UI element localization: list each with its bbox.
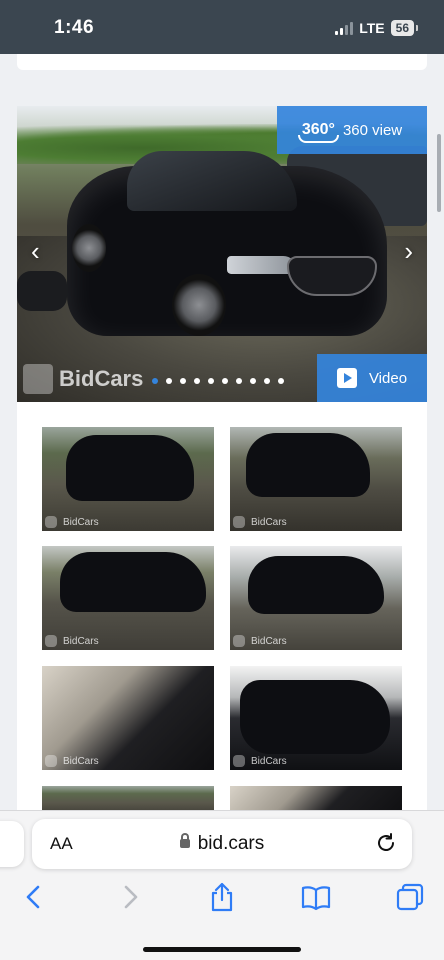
previous-photo-icon[interactable]: ‹	[31, 236, 40, 267]
video-play-icon	[336, 368, 357, 388]
watermark-text: BidCars	[63, 755, 99, 767]
slide-dot[interactable]	[166, 378, 172, 384]
bidcars-watermark: BidCars	[45, 755, 99, 767]
bidcars-watermark: BidCars	[45, 635, 99, 647]
status-indicators: LTE 56	[335, 20, 419, 36]
bookmarks-icon[interactable]	[300, 881, 332, 913]
bidcars-logo-icon	[233, 755, 245, 767]
video-button[interactable]: Video	[317, 354, 427, 402]
bidcars-logo-icon	[23, 364, 53, 394]
share-icon[interactable]	[206, 881, 238, 913]
bidcars-watermark: BidCars	[233, 635, 287, 647]
slide-dot[interactable]	[278, 378, 284, 384]
thumbnail-photo[interactable]: BidCars	[230, 427, 402, 531]
thumbnail-photo[interactable]: BidCars	[42, 427, 214, 531]
watermark-text: BidCars	[251, 516, 287, 528]
bidcars-watermark: BidCars	[233, 755, 287, 767]
slide-indicator	[152, 378, 284, 384]
url-display[interactable]: bid.cars	[32, 833, 412, 855]
home-indicator[interactable]	[143, 947, 301, 952]
url-text: bid.cars	[197, 833, 265, 854]
thumbnail-photo[interactable]: BidCars	[42, 666, 214, 770]
view-360-icon: 360°	[297, 121, 340, 143]
next-photo-icon[interactable]: ›	[404, 236, 413, 267]
slide-dot[interactable]	[222, 378, 228, 384]
thumbnail-photo[interactable]	[42, 786, 214, 810]
bidcars-watermark: BidCars	[23, 364, 143, 394]
thumbnail-photo[interactable]: BidCars	[42, 546, 214, 650]
status-bar: 1:46 LTE 56	[0, 0, 444, 54]
bidcars-logo-icon	[233, 635, 245, 647]
signal-icon	[335, 21, 354, 35]
status-time: 1:46	[54, 17, 95, 38]
view-360-button[interactable]: 360° 360 view	[277, 106, 427, 154]
thumbnail-photo[interactable]	[230, 786, 402, 810]
bidcars-logo-icon	[45, 516, 57, 528]
bidcars-logo-icon	[233, 516, 245, 528]
bidcars-watermark: BidCars	[233, 516, 287, 528]
thumbnail-photo[interactable]: BidCars	[230, 546, 402, 650]
bidcars-logo-icon	[45, 635, 57, 647]
slide-dot[interactable]	[194, 378, 200, 384]
navigation-toolbar	[0, 881, 444, 921]
tabs-icon[interactable]	[394, 881, 426, 913]
battery-icon: 56	[390, 20, 419, 36]
address-bar[interactable]: AA bid.cars	[32, 819, 412, 869]
back-icon[interactable]	[18, 881, 50, 913]
watermark-text: BidCars	[63, 635, 99, 647]
slide-dot[interactable]	[264, 378, 270, 384]
previous-card	[17, 54, 427, 70]
video-label: Video	[368, 369, 408, 387]
forward-icon[interactable]	[114, 881, 146, 913]
view-360-label: 360 view	[342, 121, 403, 139]
slide-dot[interactable]	[236, 378, 242, 384]
browser-toolbar: AA bid.cars	[0, 810, 444, 960]
scrollbar[interactable]	[437, 134, 441, 212]
watermark-text: BidCars	[63, 516, 99, 528]
lock-icon	[179, 833, 190, 848]
main-car-photo[interactable]: 360° 360 view ‹ › BidCars Video	[17, 106, 427, 402]
watermark-text: BidCars	[251, 755, 287, 767]
slide-dot[interactable]	[152, 378, 158, 384]
bidcars-logo-icon	[45, 755, 57, 767]
watermark-text: BidCars	[59, 366, 144, 391]
network-type: LTE	[359, 20, 385, 36]
slide-dot[interactable]	[208, 378, 214, 384]
slide-dot[interactable]	[250, 378, 256, 384]
watermark-text: BidCars	[251, 635, 287, 647]
bidcars-watermark: BidCars	[45, 516, 99, 528]
photo-gallery-card: 360° 360 view ‹ › BidCars Video BidCars …	[17, 106, 427, 810]
reload-icon[interactable]	[374, 831, 398, 855]
slide-dot[interactable]	[180, 378, 186, 384]
web-page: 360° 360 view ‹ › BidCars Video BidCars …	[0, 54, 444, 810]
thumbnail-photo[interactable]: BidCars	[230, 666, 402, 770]
previous-tab-edge[interactable]	[0, 821, 24, 867]
